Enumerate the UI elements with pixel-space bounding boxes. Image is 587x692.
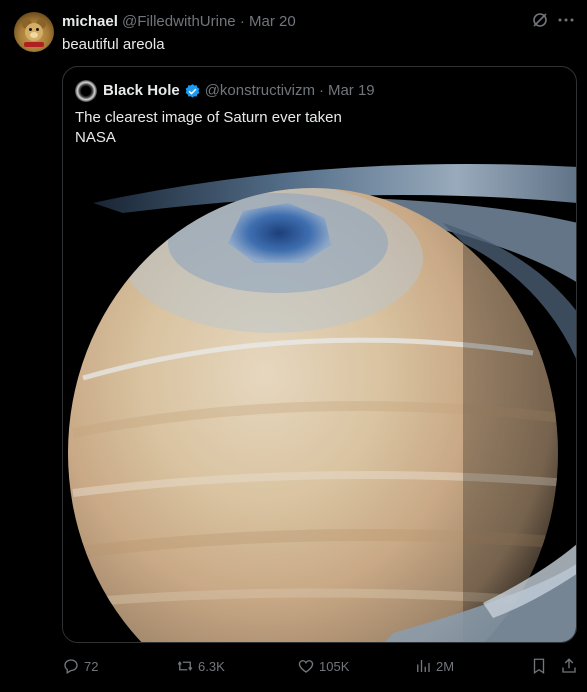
heart-icon [298, 660, 314, 673]
quoted-author-handle[interactable]: @konstructivizm [205, 82, 315, 100]
more-options-icon[interactable] [557, 11, 575, 35]
views-icon [417, 660, 430, 672]
author-handle[interactable]: @FilledwithUrine [122, 13, 236, 30]
avatar-snout [30, 32, 38, 38]
quoted-text: The clearest image of Saturn ever taken … [75, 108, 342, 148]
reply-button[interactable]: 72 [62, 654, 98, 678]
top-right-icons [531, 11, 575, 35]
quoted-author-name[interactable]: Black Hole [103, 82, 180, 100]
share-icon [562, 658, 576, 673]
verified-badge-icon [185, 83, 200, 98]
like-button[interactable]: 105K [297, 654, 349, 678]
tweet-text: beautiful areola [62, 36, 165, 53]
more-options-svg [558, 18, 574, 22]
quoted-header: Black Hole @konstructivizm · Mar 19 [103, 82, 375, 100]
reply-icon [64, 659, 78, 674]
reply-count: 72 [84, 658, 99, 674]
avatar-bow [24, 42, 44, 47]
repost-count: 6.3K [198, 658, 225, 674]
grok-icon[interactable] [531, 11, 549, 35]
repost-icon [177, 661, 193, 671]
repost-button[interactable]: 6.3K [176, 654, 225, 678]
quoted-date[interactable]: Mar 19 [328, 82, 375, 100]
quoted-avatar[interactable] [75, 80, 97, 102]
quoted-tweet[interactable]: Black Hole @konstructivizm · Mar 19 The … [62, 66, 577, 643]
views-button[interactable]: 2M [414, 654, 454, 678]
tweet-header: michael @FilledwithUrine · Mar 20 [62, 13, 296, 31]
separator-dot: · [239, 13, 245, 30]
separator-dot: · [318, 82, 324, 99]
avatar-eye [29, 28, 32, 31]
grok-icon-svg [533, 13, 547, 27]
avatar[interactable] [14, 12, 54, 52]
bookmark-button[interactable] [530, 654, 548, 678]
views-count: 2M [436, 658, 455, 674]
saturn-photo[interactable] [63, 163, 576, 642]
quoted-text-line: The clearest image of Saturn ever taken [75, 109, 342, 126]
like-count: 105K [319, 658, 350, 674]
bookmark-icon [533, 658, 545, 675]
quoted-text-line: NASA [75, 129, 116, 146]
avatar-eye [36, 28, 39, 31]
saturn-image-svg [63, 163, 576, 642]
author-name[interactable]: michael [62, 13, 118, 30]
tweet-date[interactable]: Mar 20 [249, 13, 296, 30]
share-button[interactable] [560, 654, 578, 678]
action-bar: 72 6.3K 105K 2M [62, 654, 582, 678]
